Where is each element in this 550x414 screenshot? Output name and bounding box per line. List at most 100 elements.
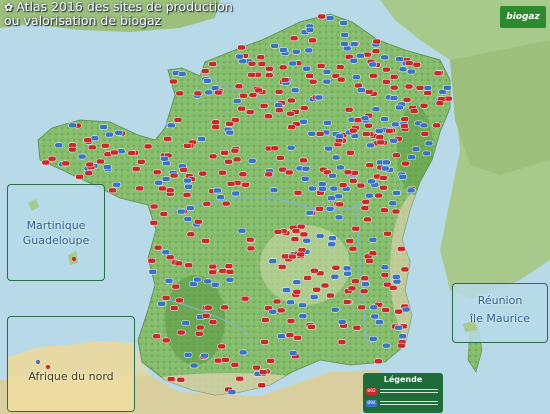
site-marker-industrial[interactable]	[342, 265, 352, 272]
site-marker-industrial[interactable]	[308, 185, 317, 192]
site-marker-agricultural[interactable]	[365, 258, 374, 264]
site-marker-industrial[interactable]	[189, 362, 199, 369]
site-marker-agricultural[interactable]	[198, 170, 208, 177]
site-marker-agricultural[interactable]	[400, 266, 410, 273]
site-marker-agricultural[interactable]	[305, 73, 314, 79]
site-marker-industrial[interactable]	[411, 146, 421, 153]
site-marker-industrial[interactable]	[235, 53, 244, 60]
site-marker-industrial[interactable]	[148, 269, 158, 275]
site-marker-agricultural[interactable]	[221, 200, 231, 207]
site-marker-agricultural[interactable]	[380, 207, 389, 214]
site-marker-agricultural[interactable]	[274, 89, 284, 95]
site-marker-agricultural[interactable]	[194, 218, 203, 225]
site-marker-industrial[interactable]	[323, 120, 332, 126]
site-marker-agricultural[interactable]	[265, 66, 274, 72]
site-marker-industrial[interactable]	[268, 308, 277, 315]
site-marker-industrial[interactable]	[302, 65, 311, 72]
site-marker-industrial[interactable]	[164, 278, 174, 284]
site-marker-agricultural[interactable]	[232, 156, 242, 163]
site-marker-agricultural[interactable]	[247, 60, 257, 67]
site-marker-agricultural[interactable]	[312, 286, 321, 293]
site-marker-agricultural[interactable]	[256, 54, 265, 60]
site-marker-agricultural[interactable]	[110, 149, 119, 156]
site-marker-industrial[interactable]	[334, 214, 344, 221]
site-marker-industrial[interactable]	[204, 89, 214, 96]
site-marker-industrial[interactable]	[277, 333, 286, 339]
site-marker-industrial[interactable]	[380, 54, 389, 61]
site-marker-agricultural[interactable]	[360, 275, 370, 282]
site-marker-industrial[interactable]	[370, 313, 380, 320]
site-marker-agricultural[interactable]	[303, 275, 312, 281]
site-marker-industrial[interactable]	[203, 278, 213, 285]
site-marker-agricultural[interactable]	[342, 299, 352, 305]
site-marker-industrial[interactable]	[371, 106, 381, 113]
site-marker-agricultural[interactable]	[389, 74, 399, 80]
site-marker-agricultural[interactable]	[171, 283, 181, 290]
site-marker-industrial[interactable]	[314, 94, 324, 101]
site-marker-agricultural[interactable]	[307, 324, 316, 330]
site-marker-agricultural[interactable]	[208, 269, 217, 275]
site-marker-agricultural[interactable]	[409, 108, 419, 114]
site-marker-industrial[interactable]	[330, 273, 340, 280]
site-marker-agricultural[interactable]	[175, 297, 184, 304]
site-marker-agricultural[interactable]	[218, 268, 228, 274]
site-marker-agricultural[interactable]	[380, 272, 390, 278]
site-marker-industrial[interactable]	[268, 258, 278, 264]
site-marker-industrial[interactable]	[288, 60, 298, 67]
site-marker-industrial[interactable]	[216, 194, 225, 200]
site-marker-industrial[interactable]	[389, 95, 399, 101]
site-marker-agricultural[interactable]	[400, 123, 409, 129]
site-marker-agricultural[interactable]	[224, 158, 233, 165]
site-marker-agricultural[interactable]	[272, 298, 282, 305]
site-marker-industrial[interactable]	[367, 178, 376, 185]
site-marker-industrial[interactable]	[395, 56, 404, 62]
site-marker-agricultural[interactable]	[383, 230, 392, 237]
site-marker-agricultural[interactable]	[288, 253, 297, 260]
site-marker-agricultural[interactable]	[108, 187, 117, 194]
site-marker-industrial[interactable]	[331, 154, 341, 161]
site-marker-agricultural[interactable]	[246, 236, 255, 243]
site-marker-agricultural[interactable]	[270, 145, 280, 152]
site-marker-agricultural[interactable]	[211, 124, 220, 130]
site-marker-agricultural[interactable]	[337, 339, 347, 345]
site-marker-industrial[interactable]	[406, 187, 416, 194]
site-marker-agricultural[interactable]	[237, 44, 246, 51]
site-marker-agricultural[interactable]	[220, 150, 229, 156]
site-marker-agricultural[interactable]	[374, 192, 383, 199]
site-marker-industrial[interactable]	[305, 27, 315, 33]
site-marker-agricultural[interactable]	[368, 250, 378, 257]
site-marker-agricultural[interactable]	[286, 318, 296, 324]
site-marker-industrial[interactable]	[225, 276, 235, 283]
site-marker-agricultural[interactable]	[362, 131, 371, 137]
site-marker-industrial[interactable]	[339, 20, 348, 26]
site-marker-industrial[interactable]	[238, 349, 248, 356]
site-marker-agricultural[interactable]	[218, 169, 227, 176]
site-marker-agricultural[interactable]	[238, 171, 248, 178]
site-marker-agricultural[interactable]	[261, 317, 270, 323]
site-marker-agricultural[interactable]	[299, 105, 309, 111]
site-marker-industrial[interactable]	[328, 172, 337, 179]
site-marker-agricultural[interactable]	[217, 343, 226, 350]
site-marker-industrial[interactable]	[388, 200, 398, 207]
site-marker-industrial[interactable]	[360, 115, 370, 122]
site-marker-agricultural[interactable]	[247, 72, 256, 78]
site-marker-industrial[interactable]	[181, 320, 190, 326]
site-marker-agricultural[interactable]	[234, 83, 244, 90]
site-marker-agricultural[interactable]	[84, 170, 94, 177]
site-marker-agricultural[interactable]	[166, 254, 175, 261]
site-marker-agricultural[interactable]	[364, 122, 373, 129]
site-marker-industrial[interactable]	[325, 15, 335, 21]
site-marker-industrial[interactable]	[398, 66, 408, 73]
site-marker-agricultural[interactable]	[348, 178, 358, 184]
site-marker-agricultural[interactable]	[371, 48, 381, 54]
site-marker-agricultural[interactable]	[258, 369, 268, 375]
site-marker-industrial[interactable]	[375, 128, 384, 134]
site-marker-industrial[interactable]	[231, 190, 241, 197]
site-marker-industrial[interactable]	[356, 52, 365, 59]
site-marker-agricultural[interactable]	[315, 206, 324, 212]
site-marker-industrial[interactable]	[335, 133, 344, 139]
site-marker-agricultural[interactable]	[176, 377, 186, 383]
site-marker-industrial[interactable]	[443, 84, 452, 91]
site-marker-industrial[interactable]	[389, 137, 398, 144]
site-marker-agricultural[interactable]	[345, 238, 355, 244]
